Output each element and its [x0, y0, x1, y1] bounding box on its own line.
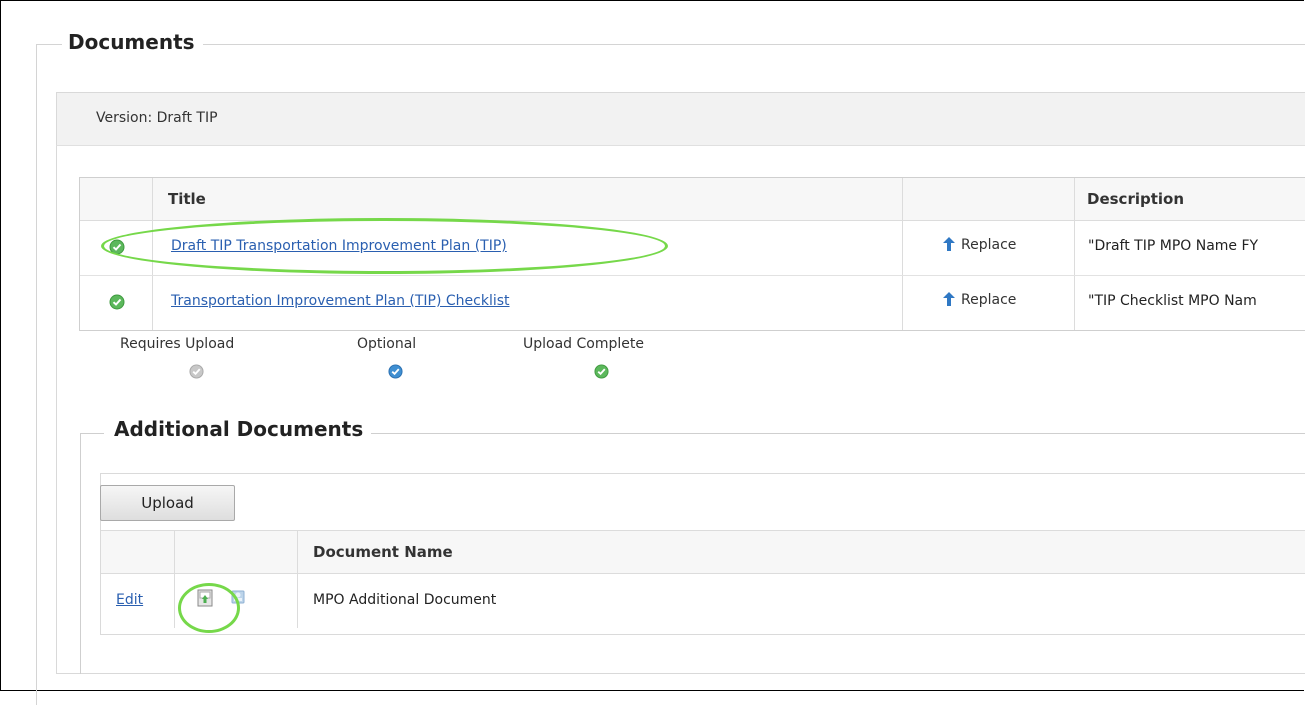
upload-button[interactable]: Upload: [100, 485, 235, 521]
blue-check-icon: [388, 364, 403, 383]
highlight-circle: [178, 583, 240, 633]
document-description: "TIP Checklist MPO Nam: [1088, 293, 1257, 309]
additional-table-header: Document Name: [101, 531, 1305, 574]
additional-documents-legend: Additional Documents: [104, 417, 372, 441]
version-label: Version: Draft TIP: [96, 110, 218, 126]
documents-legend: Documents: [62, 30, 203, 54]
green-check-icon: [594, 364, 609, 383]
upload-arrow-icon: [943, 237, 955, 251]
description-column-header[interactable]: Description: [1087, 190, 1184, 208]
replace-button[interactable]: Replace: [943, 237, 1016, 253]
upload-complete-icon: [109, 294, 125, 314]
document-name: MPO Additional Document: [313, 592, 497, 608]
document-title-link[interactable]: Transportation Improvement Plan (TIP) Ch…: [171, 293, 510, 309]
document-description: "Draft TIP MPO Name FY: [1088, 238, 1259, 254]
table-row: Transportation Improvement Plan (TIP) Ch…: [80, 276, 1305, 330]
upload-complete-label: Upload Complete: [523, 336, 644, 352]
title-column-header[interactable]: Title: [168, 190, 206, 208]
documents-table-header: Title Description: [80, 178, 1305, 221]
requires-upload-label: Requires Upload: [120, 336, 235, 352]
version-bar: [56, 92, 1305, 146]
replace-button[interactable]: Replace: [943, 292, 1016, 308]
additional-documents-table: Document Name Edit MPO Additional Docume…: [101, 530, 1305, 628]
document-name-column-header[interactable]: Document Name: [313, 543, 453, 561]
grey-check-icon: [189, 364, 204, 383]
edit-link[interactable]: Edit: [116, 592, 143, 608]
table-row: Edit MPO Additional Document: [101, 574, 1305, 628]
replace-label: Replace: [961, 237, 1017, 253]
highlight-oval: [101, 218, 668, 274]
replace-label: Replace: [961, 292, 1017, 308]
upload-arrow-icon: [943, 292, 955, 306]
optional-label: Optional: [357, 336, 417, 352]
